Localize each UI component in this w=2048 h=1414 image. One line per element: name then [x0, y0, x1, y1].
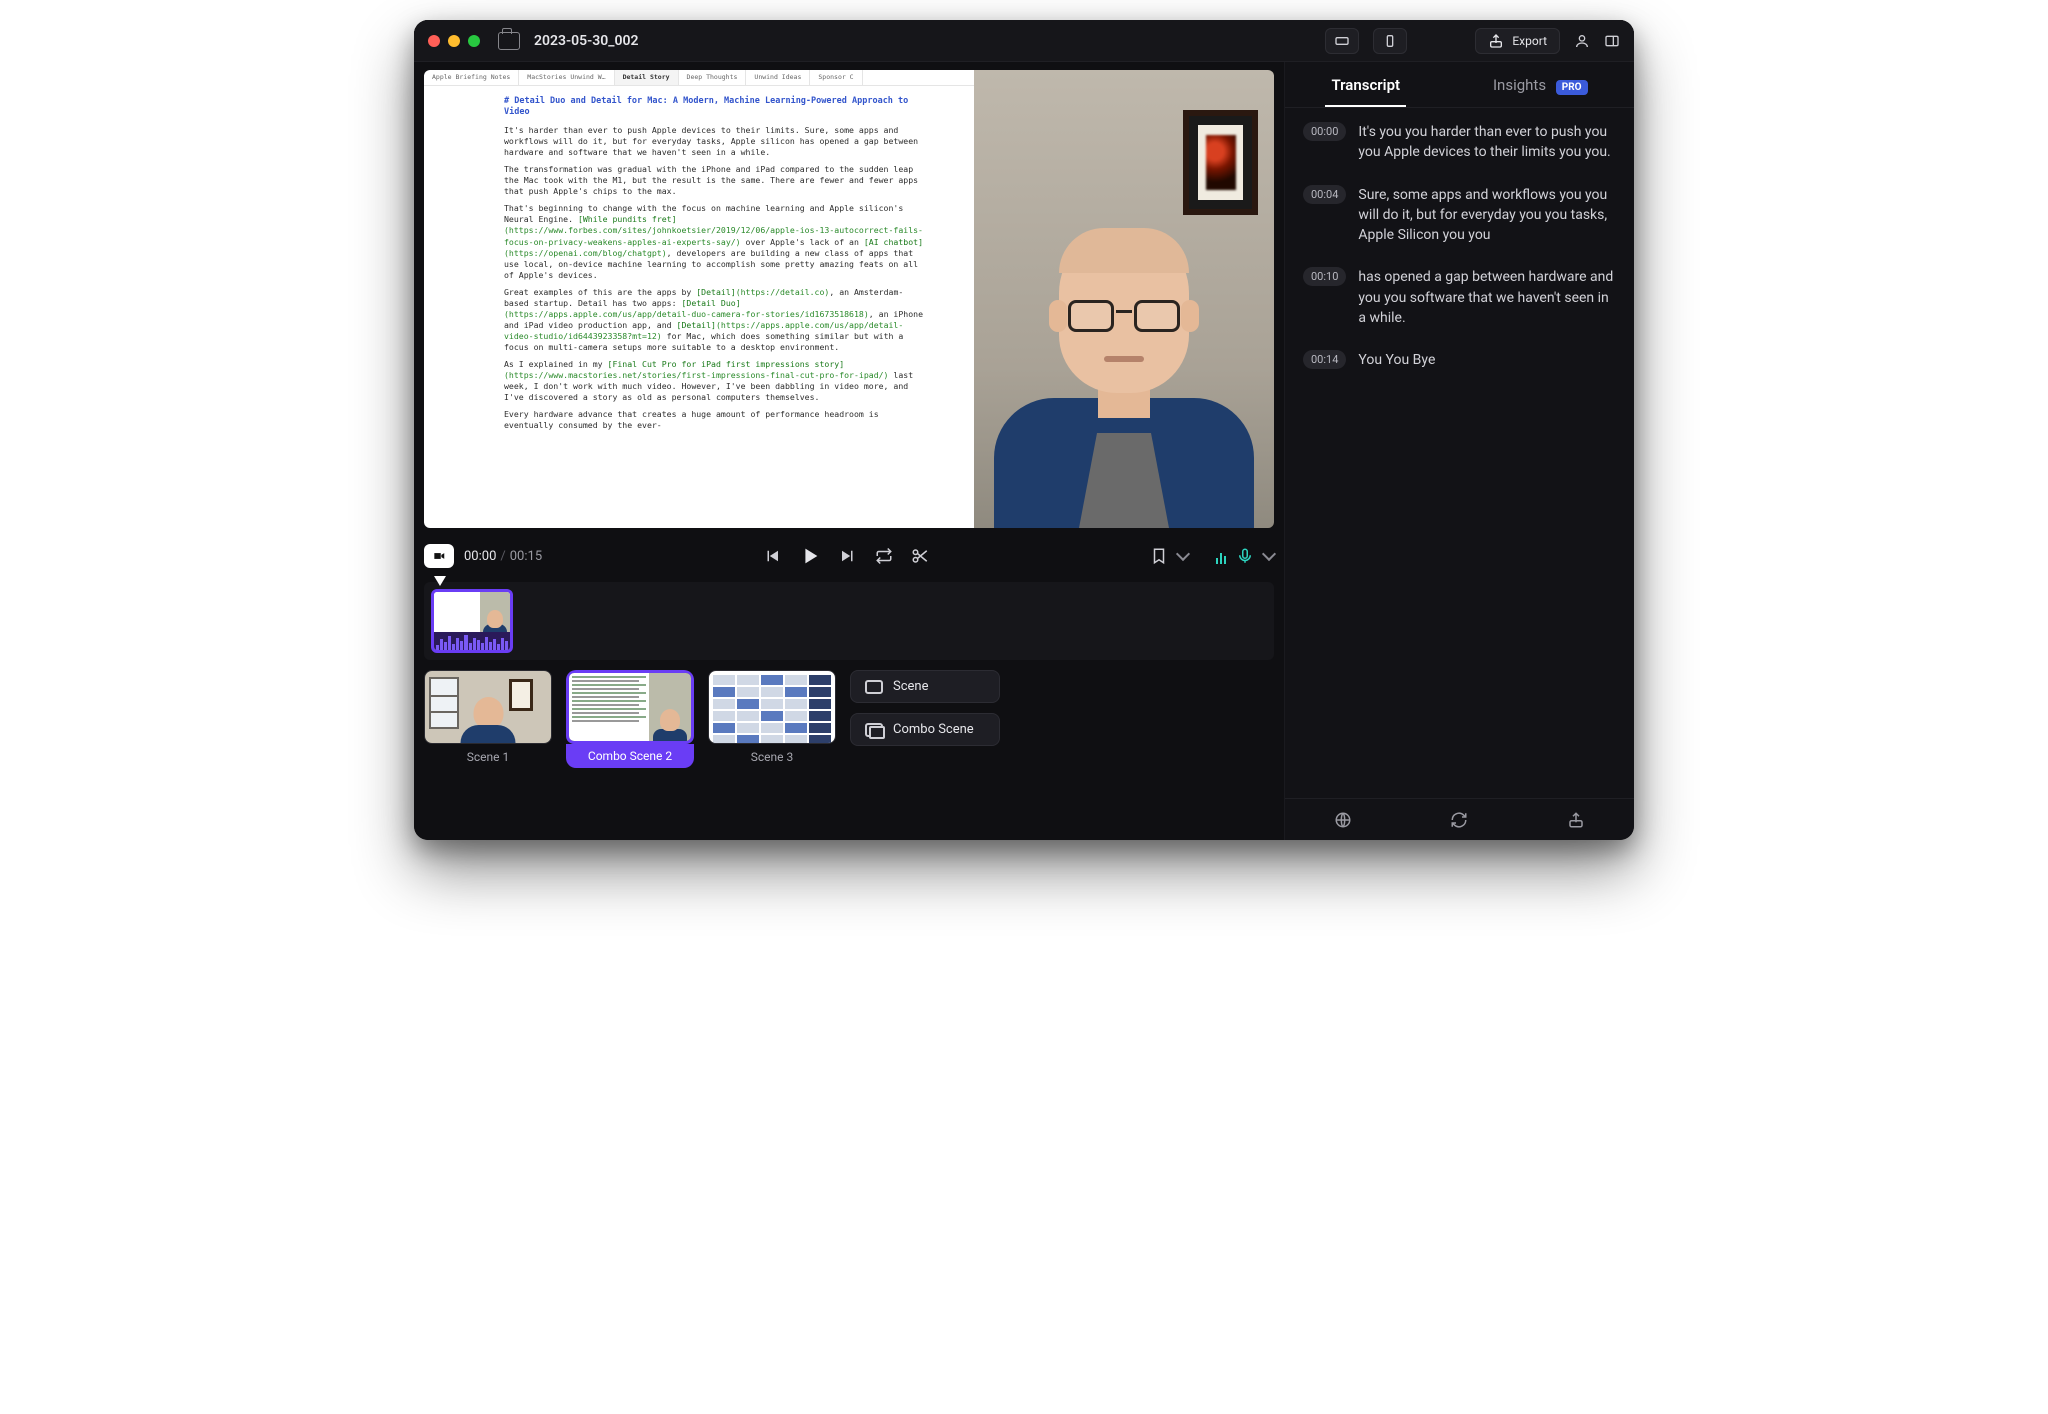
playback-controls: 00:00/00:15 [424, 534, 1274, 578]
export-button[interactable]: Export [1475, 28, 1560, 54]
inspector-pane: Transcript Insights PRO 00:00 It's you y… [1284, 20, 1634, 840]
doc-tabs: Apple Briefing Notes MacStories Unwind W… [424, 70, 974, 86]
timeline-clip[interactable] [431, 589, 513, 653]
editor-pane: Apple Briefing Notes MacStories Unwind W… [414, 20, 1284, 840]
transcript-line[interactable]: 00:10 has opened a gap between hardware … [1303, 267, 1616, 328]
inspector-footer [1285, 798, 1634, 840]
transcript-text: You You Bye [1358, 350, 1616, 370]
doc-paragraph: The transformation was gradual with the … [504, 164, 924, 197]
transcript-text: has opened a gap between hardware and yo… [1358, 267, 1616, 328]
doc-paragraph: Great examples of this are the apps by [… [504, 287, 924, 353]
account-icon[interactable] [1574, 33, 1590, 49]
sidebar-toggle-icon[interactable] [1604, 33, 1620, 49]
share-icon [1488, 33, 1504, 49]
close-window-button[interactable] [428, 35, 440, 47]
audio-level-icon [1216, 548, 1226, 564]
playhead[interactable] [434, 576, 446, 586]
project-title: 2023-05-30_002 [534, 33, 639, 49]
bookmark-button[interactable] [1150, 547, 1168, 565]
scene-icon [865, 680, 883, 694]
minimize-window-button[interactable] [448, 35, 460, 47]
scene-card-selected[interactable]: Combo Scene 2 [566, 670, 694, 768]
fullscreen-window-button[interactable] [468, 35, 480, 47]
scene-label: Scene 1 [424, 750, 552, 764]
doc-tab: Sponsor C [810, 70, 862, 85]
audio-menu-caret[interactable] [1262, 547, 1276, 561]
doc-tab: MacStories Unwind W… [519, 70, 614, 85]
screen-share-view: Apple Briefing Notes MacStories Unwind W… [424, 70, 974, 528]
timestamp: 00:00 [1303, 122, 1346, 141]
play-button[interactable] [799, 545, 821, 567]
doc-paragraph: It's harder than ever to push Apple devi… [504, 125, 924, 158]
doc-paragraph: As I explained in my [Final Cut Pro for … [504, 359, 924, 403]
window-controls [428, 35, 480, 47]
time-display: 00:00/00:15 [464, 549, 542, 564]
device-toggle-button[interactable] [1373, 28, 1407, 54]
transcript-line[interactable]: 00:04 Sure, some apps and workflows you … [1303, 185, 1616, 246]
add-combo-scene-button[interactable]: Combo Scene [850, 713, 1000, 746]
microphone-icon[interactable] [1236, 547, 1254, 565]
app-window: 2023-05-30_002 Export Apple Briefing Not [414, 20, 1634, 840]
next-button[interactable] [839, 547, 857, 565]
scene-card[interactable]: Scene 1 [424, 670, 552, 764]
tab-transcript[interactable]: Transcript [1325, 64, 1406, 106]
scene-label: Combo Scene 2 [566, 744, 694, 768]
preview-canvas[interactable]: Apple Briefing Notes MacStories Unwind W… [424, 70, 1274, 528]
share-icon[interactable] [1567, 811, 1585, 829]
transcript-text: Sure, some apps and workflows you you wi… [1358, 185, 1616, 246]
timeline[interactable] [424, 582, 1274, 660]
pro-badge: PRO [1556, 80, 1588, 95]
loop-button[interactable] [875, 547, 893, 565]
doc-tab: Deep Thoughts [679, 70, 747, 85]
tab-insights[interactable]: Insights PRO [1487, 64, 1594, 106]
add-scene-button[interactable]: Scene [850, 670, 1000, 703]
doc-tab: Apple Briefing Notes [424, 70, 519, 85]
combo-scene-icon [865, 723, 883, 737]
transcript-line[interactable]: 00:14 You You Bye [1303, 350, 1616, 370]
presenter [994, 208, 1254, 528]
timestamp: 00:10 [1303, 267, 1346, 286]
transcript-list: 00:00 It's you you harder than ever to p… [1285, 108, 1634, 798]
timestamp: 00:04 [1303, 185, 1346, 204]
titlebar: 2023-05-30_002 Export [414, 20, 1634, 62]
project-folder-icon[interactable] [498, 32, 520, 50]
refresh-icon[interactable] [1450, 811, 1468, 829]
scene-label: Scene 3 [708, 750, 836, 764]
transcript-text: It's you you harder than ever to push yo… [1358, 122, 1616, 163]
doc-paragraph: That's beginning to change with the focu… [504, 203, 924, 280]
scenes-row: Scene 1 Combo Scene 2 [424, 670, 1274, 768]
doc-tab: Unwind Ideas [746, 70, 810, 85]
doc-paragraph: Every hardware advance that creates a hu… [504, 409, 924, 431]
duration: 00:15 [510, 549, 542, 564]
add-combo-label: Combo Scene [893, 722, 974, 737]
prev-button[interactable] [763, 547, 781, 565]
transcript-line[interactable]: 00:00 It's you you harder than ever to p… [1303, 122, 1616, 163]
timestamp: 00:14 [1303, 350, 1346, 369]
add-scene-label: Scene [893, 679, 929, 694]
wall-art [1183, 110, 1258, 215]
scene-card[interactable]: Scene 3 [708, 670, 836, 764]
cut-button[interactable] [911, 547, 929, 565]
doc-tab-active: Detail Story [615, 70, 679, 85]
doc-heading: # Detail Duo and Detail for Mac: A Moder… [504, 96, 924, 119]
aspect-toggle-button[interactable] [1325, 28, 1359, 54]
language-icon[interactable] [1334, 811, 1352, 829]
export-label: Export [1512, 34, 1547, 48]
camera-view [974, 70, 1274, 528]
waveform [434, 632, 510, 653]
current-time: 00:00 [464, 549, 496, 564]
inspector-tabs: Transcript Insights PRO [1285, 62, 1634, 108]
bookmark-menu-caret[interactable] [1176, 547, 1190, 561]
record-button[interactable] [424, 544, 454, 568]
